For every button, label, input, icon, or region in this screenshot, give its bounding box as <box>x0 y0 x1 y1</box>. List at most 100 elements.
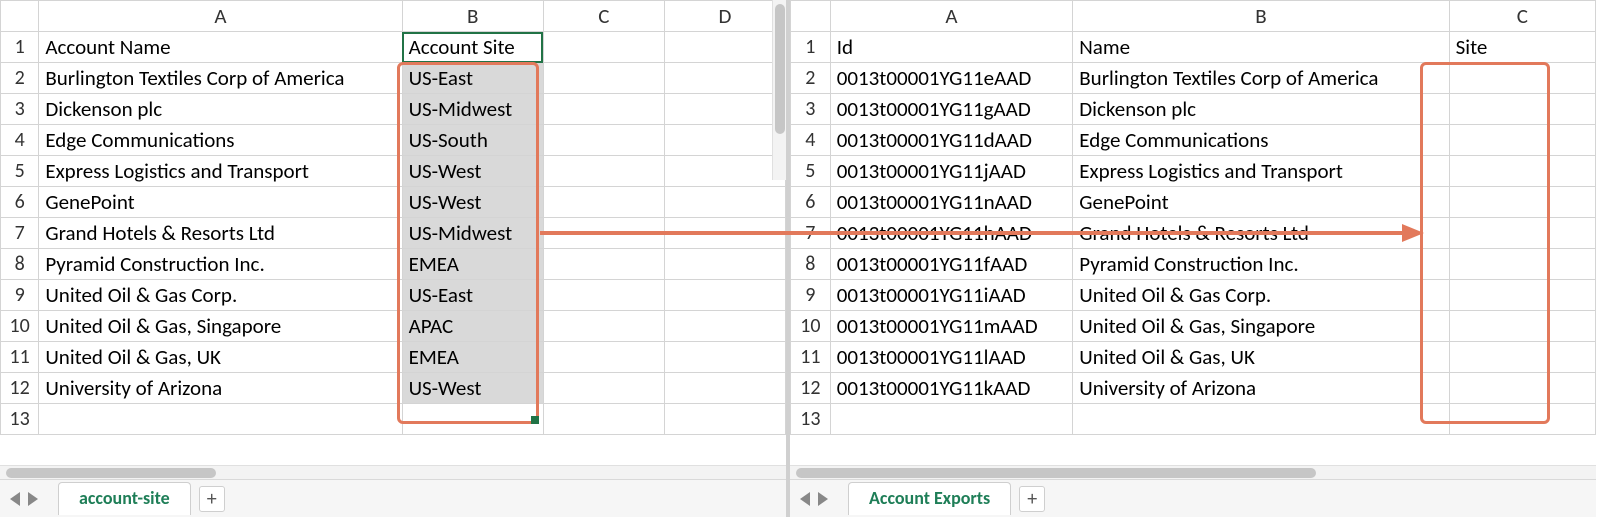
cell[interactable]: Grand Hotels & Resorts Ltd <box>1073 218 1449 249</box>
cell[interactable] <box>543 63 664 94</box>
cell[interactable] <box>664 94 785 125</box>
right-grid[interactable]: A B C 1 Id Name Site 20013t00001YG11eAAD… <box>790 0 1596 435</box>
row-header[interactable]: 5 <box>791 156 831 187</box>
cell[interactable]: US-Midwest <box>402 94 543 125</box>
select-all-corner[interactable] <box>791 1 831 32</box>
row-header[interactable]: 12 <box>791 373 831 404</box>
row-header[interactable]: 2 <box>791 63 831 94</box>
cell[interactable] <box>664 125 785 156</box>
row-header[interactable]: 7 <box>791 218 831 249</box>
row-header[interactable]: 5 <box>1 156 39 187</box>
row-header[interactable]: 13 <box>791 404 831 435</box>
cell[interactable] <box>664 156 785 187</box>
prev-sheet-icon[interactable] <box>10 492 20 506</box>
cell[interactable] <box>664 373 785 404</box>
cell[interactable] <box>402 404 543 435</box>
cell[interactable]: Pyramid Construction Inc. <box>39 249 402 280</box>
cell[interactable]: United Oil & Gas, UK <box>1073 342 1449 373</box>
fill-handle[interactable] <box>531 416 539 424</box>
sheet-tab-active[interactable]: account-site <box>58 482 191 515</box>
cell[interactable] <box>1449 125 1595 156</box>
prev-sheet-icon[interactable] <box>800 492 810 506</box>
row-header[interactable]: 4 <box>791 125 831 156</box>
row-header[interactable]: 1 <box>1 32 39 63</box>
cell[interactable] <box>664 311 785 342</box>
cell[interactable]: 0013t00001YG11iAAD <box>830 280 1073 311</box>
cell[interactable] <box>39 404 402 435</box>
cell[interactable]: Pyramid Construction Inc. <box>1073 249 1449 280</box>
cell[interactable] <box>1449 280 1595 311</box>
col-header-C[interactable]: C <box>1449 1 1595 32</box>
cell[interactable]: Dickenson plc <box>1073 94 1449 125</box>
cell[interactable]: 0013t00001YG11mAAD <box>830 311 1073 342</box>
cell[interactable] <box>830 404 1073 435</box>
cell[interactable] <box>1449 187 1595 218</box>
row-header[interactable]: 8 <box>1 249 39 280</box>
cell[interactable]: Edge Communications <box>1073 125 1449 156</box>
cell[interactable] <box>664 187 785 218</box>
cell[interactable] <box>664 218 785 249</box>
cell[interactable]: US-West <box>402 373 543 404</box>
col-header-C[interactable]: C <box>543 1 664 32</box>
cell[interactable] <box>664 32 785 63</box>
cell[interactable] <box>543 32 664 63</box>
row-header[interactable]: 8 <box>791 249 831 280</box>
cell[interactable]: Burlington Textiles Corp of America <box>39 63 402 94</box>
cell[interactable] <box>543 156 664 187</box>
cell[interactable]: Account Name <box>39 32 402 63</box>
cell[interactable]: United Oil & Gas Corp. <box>39 280 402 311</box>
cell[interactable] <box>1449 373 1595 404</box>
add-sheet-button[interactable]: + <box>1019 486 1045 512</box>
cell[interactable]: 0013t00001YG11nAAD <box>830 187 1073 218</box>
row-header[interactable]: 3 <box>791 94 831 125</box>
row-header[interactable]: 3 <box>1 94 39 125</box>
cell[interactable] <box>664 404 785 435</box>
col-header-B[interactable]: B <box>1073 1 1449 32</box>
cell[interactable] <box>543 404 664 435</box>
cell[interactable]: University of Arizona <box>1073 373 1449 404</box>
cell[interactable] <box>1449 218 1595 249</box>
cell[interactable]: Name <box>1073 32 1449 63</box>
cell-active[interactable]: Account Site <box>402 32 543 63</box>
cell[interactable] <box>543 280 664 311</box>
col-header-B[interactable]: B <box>402 1 543 32</box>
cell[interactable]: US-East <box>402 63 543 94</box>
col-header-A[interactable]: A <box>830 1 1073 32</box>
row-header[interactable]: 1 <box>791 32 831 63</box>
cell[interactable]: 0013t00001YG11gAAD <box>830 94 1073 125</box>
cell[interactable] <box>664 280 785 311</box>
cell[interactable] <box>1449 404 1595 435</box>
cell[interactable]: Express Logistics and Transport <box>39 156 402 187</box>
cell[interactable]: University of Arizona <box>39 373 402 404</box>
row-header[interactable]: 13 <box>1 404 39 435</box>
add-sheet-button[interactable]: + <box>199 486 225 512</box>
cell[interactable]: Site <box>1449 32 1595 63</box>
cell[interactable]: 0013t00001YG11dAAD <box>830 125 1073 156</box>
cell[interactable] <box>543 125 664 156</box>
cell[interactable] <box>1449 63 1595 94</box>
row-header[interactable]: 11 <box>1 342 39 373</box>
cell[interactable]: GenePoint <box>39 187 402 218</box>
row-header[interactable]: 12 <box>1 373 39 404</box>
left-grid[interactable]: A B C D 1 Account Name Account Site 2Bur… <box>0 0 786 435</box>
row-header[interactable]: 4 <box>1 125 39 156</box>
row-header[interactable]: 9 <box>1 280 39 311</box>
row-header[interactable]: 6 <box>1 187 39 218</box>
cell[interactable] <box>543 94 664 125</box>
cell[interactable]: GenePoint <box>1073 187 1449 218</box>
cell[interactable]: US-West <box>402 187 543 218</box>
cell[interactable]: 0013t00001YG11lAAD <box>830 342 1073 373</box>
cell[interactable]: Grand Hotels & Resorts Ltd <box>39 218 402 249</box>
cell[interactable]: EMEA <box>402 249 543 280</box>
horizontal-scrollbar[interactable] <box>0 465 786 479</box>
cell[interactable] <box>543 311 664 342</box>
cell[interactable]: US-West <box>402 156 543 187</box>
next-sheet-icon[interactable] <box>28 492 38 506</box>
cell[interactable] <box>664 63 785 94</box>
row-header[interactable]: 9 <box>791 280 831 311</box>
cell[interactable]: 0013t00001YG11fAAD <box>830 249 1073 280</box>
cell[interactable] <box>543 218 664 249</box>
cell[interactable]: United Oil & Gas Corp. <box>1073 280 1449 311</box>
cell[interactable]: US-East <box>402 280 543 311</box>
cell[interactable] <box>664 249 785 280</box>
